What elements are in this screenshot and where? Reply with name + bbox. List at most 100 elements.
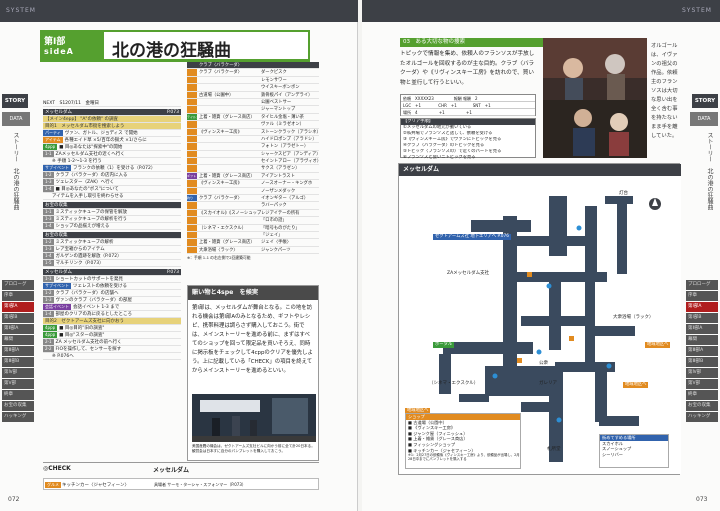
nav-item[interactable]: 第Ⅰ部A <box>686 302 718 312</box>
nav-item[interactable]: 第Ⅴ部 <box>686 379 718 389</box>
step-text: ZA メッセルダム支社の前へ行く <box>55 340 122 345</box>
nav-item[interactable]: 終章 <box>2 390 34 400</box>
shop-row: フォトン（アラゼトー） <box>187 143 319 151</box>
shop-row: ジャーマントップ <box>187 106 319 114</box>
left-header-bar: SYSTEM <box>0 0 358 22</box>
shop-row: 「ジェイ」 <box>187 231 319 240</box>
right-page-number: 073 <box>696 496 708 503</box>
nav-item[interactable]: プロローグ <box>686 280 718 290</box>
step-tag: 4ppp <box>43 144 58 150</box>
nav-item[interactable]: 第Ⅲ部A <box>686 346 718 356</box>
right-data-tab[interactable]: DATA <box>690 112 718 126</box>
shop-row: ギフト 上着・雑貨（グレース商店） アイアントラスト <box>187 172 319 181</box>
step-text: 各種エイド草 ×5/百年の猟犬 ×1/さらに <box>64 138 147 143</box>
tips-box: 賑い物と4spe を候実 第Ⅰ部は、メッセルダムが舞台となる。この地を訪れる機会… <box>187 285 319 461</box>
page-ref: P.073 <box>166 110 179 115</box>
right-story-tab[interactable]: STORY <box>692 94 718 108</box>
shop-footnote: ※：手順 1-1 の右左側で2回建築可能 <box>187 255 251 261</box>
shop-row: 釣り クラブ〈バラクーダ〉 イオンギター（アルゴ） <box>187 195 319 203</box>
nav-item[interactable]: 第Ⅰ部A <box>2 302 34 312</box>
nav-item[interactable]: 第Ⅲ部B <box>2 357 34 367</box>
walkthrough-row: 1-3 ツェレスター〈ZAK〉へ行く <box>43 179 181 186</box>
walkthrough-row: ※ P.076へ <box>43 353 181 360</box>
step-tag: 1-3 <box>43 216 54 222</box>
map-label-public: 公衆 <box>539 361 548 366</box>
nav-item[interactable]: 第Ⅲ部A <box>2 346 34 356</box>
step-text: レア宝箱からのアイテム <box>55 247 105 252</box>
step-text: ガルゲンの遺跡を解放（P.072） <box>55 254 122 259</box>
step-text: 目的1 メッセルダム市街を捜索しよう <box>45 124 125 129</box>
left-data-tab[interactable]: DATA <box>2 112 30 126</box>
check-row-tag: グルメ <box>45 482 61 488</box>
step-text: 会話イベント 1-3 まで <box>73 305 120 310</box>
step-text: ミスティックキューブの解析 <box>55 240 114 245</box>
nav-item[interactable]: お宝の収集 <box>686 401 718 411</box>
shop-category <box>187 187 197 194</box>
town-map: メッセルダム ゼクトアームズ社 地下エリアへ P.076 ZAメッセルダム支社 … <box>398 163 681 475</box>
step-text: ヴァン、ガトル、ジョディス で開始 <box>64 131 138 136</box>
shop-table-head: クラブ〈バラクーダ〉 <box>187 62 319 70</box>
shop-item: ウイスキーボンボン <box>261 85 300 91</box>
walkthrough-row: 1-1 ショートカットのサポートを発見 <box>43 276 181 283</box>
shop-item: イオンギター（アルゴ） <box>261 196 309 202</box>
nav-item[interactable]: 序章 <box>2 291 34 301</box>
nav-item[interactable]: 幕間 <box>686 335 718 345</box>
step-text: 目的2 ゼクトアームズ支社に向かおう <box>45 319 124 324</box>
step-text: マルチリンク（P.073） <box>55 261 104 266</box>
shop-item: アイアントラスト <box>261 173 295 179</box>
right-vertical-tab: ストーリー 北の港の狂騒曲 <box>706 132 713 210</box>
step-tag: 1-4 <box>43 311 54 317</box>
nav-item[interactable]: 終章 <box>686 390 718 400</box>
nav-item[interactable]: 第Ⅴ部 <box>2 379 34 389</box>
walkthrough-row: お宝の収集 <box>43 232 181 239</box>
step-text: メッセルダム <box>45 110 72 115</box>
shop-item: 公園ベストサー <box>261 99 292 105</box>
step-tag: 1-1 <box>43 209 54 215</box>
nav-item[interactable]: 序章 <box>686 291 718 301</box>
nav-item[interactable]: 第Ⅱ部A <box>686 324 718 334</box>
nav-item[interactable]: 第Ⅳ部 <box>2 368 34 378</box>
shop-name: クラブ〈バラクーダ〉 <box>199 196 242 202</box>
step-text: メッセルダム <box>45 270 72 275</box>
clear-step: ⑥フランソスと会いニトピックを見る <box>403 155 476 160</box>
nav-item[interactable]: ハッキング <box>686 412 718 422</box>
section-header: 03 ある大切な物の捜索 <box>400 38 548 47</box>
step-tag: 1-3 <box>43 297 54 303</box>
walkthrough-row: 4ppp ■ 目◎"スターの調査" <box>43 332 181 339</box>
shop-row: クラブ〈バラクーダ〉 ダークピスク <box>187 69 319 77</box>
walkthrough-row: 1-5 マルチリンク（P.073） <box>43 260 181 267</box>
step-text: ■ 目◎あなたの"ボス"について <box>55 187 119 192</box>
step-text: ZAメッセルダム支社の近くへ行く <box>55 152 125 157</box>
shop-item: レジアイテーの所有 <box>261 210 300 216</box>
nav-item[interactable]: 第Ⅰ部B <box>2 313 34 323</box>
walkthrough-row: パーティ ヴァン、ガトル、ジョディス で開始 <box>43 130 181 137</box>
nav-item[interactable]: 第Ⅰ部B <box>686 313 718 323</box>
nav-item[interactable]: 第Ⅱ部A <box>2 324 34 334</box>
legend-note: ※1：2月27日の依頼後《ヴィンスキー工房》より、依頼品が出場し、2月28日中ま… <box>408 453 520 462</box>
map-label-shrine: 札所堂 <box>547 447 561 452</box>
nav-item[interactable]: お宝の収集 <box>2 401 34 411</box>
shop-row: 《ヴィンスキー工房》 ストーンクラック（アラシネ） <box>187 128 319 136</box>
shop-item: ノースオーナー・キングホ <box>261 181 313 187</box>
walkthrough-row: 会話イベント 会話イベント 1-3 まで <box>43 304 181 311</box>
step-text: 部屋のクリアの為に戻るとしたところ <box>55 312 133 317</box>
left-story-tab[interactable]: STORY <box>2 94 28 108</box>
shop-row: ハイドロポンプ（アラドシ） <box>187 135 319 144</box>
nav-item[interactable]: プロローグ <box>2 280 34 290</box>
nav-item[interactable]: ハッキング <box>2 412 34 422</box>
shop-item: ヴァル（ミラゼオン） <box>261 122 304 128</box>
shop-item: 「暗号ものがたり」 <box>261 225 300 231</box>
nav-item[interactable]: 幕間 <box>2 335 34 345</box>
step-text: ※ 手順 1-2～1-3 を行う <box>43 159 102 164</box>
clear-steps: 【クリア手順】 ①メッセルダムの地元が動いている ②私共場でフランソスと話して、依頼… <box>400 118 536 160</box>
tips-body: 第Ⅰ部は、メッセルダムが舞台となる。この地を訪れる機会は第Ⅰ部Aのみとなるため、… <box>192 305 313 374</box>
walkthrough-row: ※ 手順 1-2～1-3 を行う <box>43 158 181 165</box>
shop-item: ラバーパック <box>261 203 287 209</box>
screenshot-image <box>192 394 316 442</box>
shop-name: 《ヴィンスキー工房》 <box>199 129 242 135</box>
step-text: FIOを操作して、センサーを探す <box>55 347 122 352</box>
nav-item[interactable]: 第Ⅲ部B <box>686 357 718 367</box>
nav-item[interactable]: 第Ⅳ部 <box>686 368 718 378</box>
shop-row: 《スカイオル》《スノーシュップ》レジアイテーの所有 <box>187 209 319 218</box>
map-label-za-branch: ZAメッセルダム支社 <box>447 271 490 276</box>
